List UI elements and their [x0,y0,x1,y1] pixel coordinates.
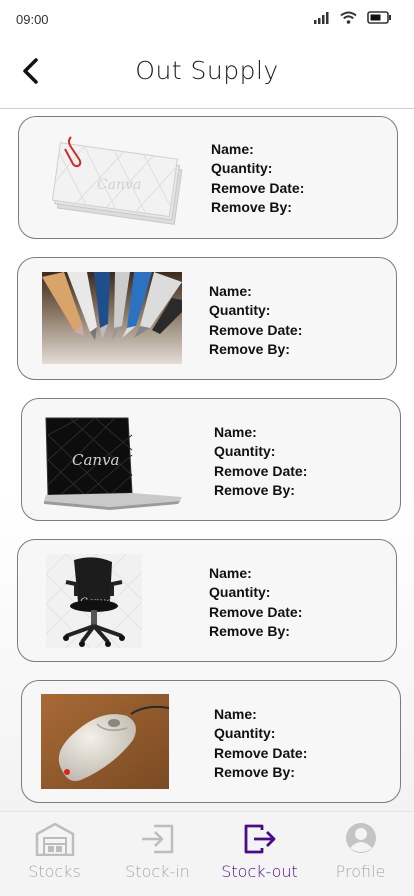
supply-fields: Name: Quantity: Remove Date: Remove By: [209,282,302,360]
name-label: Name: [214,424,257,440]
nav-label-stock-out: Stock-out [221,862,298,881]
remove-by-label: Remove By: [214,482,295,499]
nav-item-profile[interactable]: Profile [309,812,412,896]
office-chair-image: Canva [46,554,142,648]
battery-icon [367,11,391,24]
name-label: Name: [211,141,254,157]
remove-by-label: Remove By: [209,623,290,640]
nav-item-stocks[interactable]: Stocks [3,812,106,896]
quantity-label: Quantity: [214,725,276,742]
status-time: 09:00 [16,12,49,27]
supply-card[interactable]: Name: Quantity: Remove Date: Remove By: [17,257,397,380]
nav-label-stocks: Stocks [28,862,81,881]
name-label: Name: [214,706,257,722]
name-label: Name: [209,283,252,299]
name-label: Name: [209,565,252,581]
status-icons [314,11,392,24]
header: Out Supply [0,40,414,109]
quantity-label: Quantity: [209,584,271,601]
supply-card[interactable]: Canva Name: Quantity: Remove Date: Remov… [21,398,401,521]
remove-by-label: Remove By: [211,199,292,216]
remove-date-label: Remove Date: [214,462,308,479]
bottom-nav: Stocks Stock-in Stock-out Profile [0,811,414,896]
nav-label-profile: Profile [335,862,386,881]
remove-by-label: Remove By: [209,341,290,358]
status-bar: 09:00 [0,0,414,40]
nav-item-stock-out[interactable]: Stock-out [208,812,311,896]
stock-out-icon [244,824,275,854]
remove-date-label: Remove Date: [209,321,303,338]
quantity-label: Quantity: [209,302,271,319]
supply-fields: Name: Quantity: Remove Date: Remove By: [214,423,307,501]
stock-in-icon [141,824,173,854]
supply-card[interactable]: Canva Name: Quantity: Remove Date: Remov… [18,116,398,239]
canva-watermark: Canva [97,177,141,193]
page-title: Out Supply [135,56,279,85]
remove-date-label: Remove Date: [209,603,303,620]
remove-date-label: Remove Date: [211,179,305,196]
signal-icon [314,11,329,24]
remove-by-label: Remove By: [214,764,295,781]
wifi-icon [340,11,357,24]
warehouse-icon [35,822,74,856]
nav-item-stock-in[interactable]: Stock-in [106,812,209,896]
quantity-label: Quantity: [211,160,273,177]
supply-fields: Name: Quantity: Remove Date: Remove By: [214,705,307,783]
supply-card[interactable]: Name: Quantity: Remove Date: Remove By: [21,680,401,803]
supply-fields: Name: Quantity: Remove Date: Remove By: [209,564,302,642]
remove-date-label: Remove Date: [214,744,308,761]
pens-image [42,272,182,364]
laptop-image: Canva [40,415,185,513]
canva-watermark: Canva [72,451,120,469]
supply-fields: Name: Quantity: Remove Date: Remove By: [211,140,304,218]
paper-stack-image: Canva [49,131,184,226]
profile-icon [345,823,376,853]
computer-mouse-image [41,694,169,789]
supply-card[interactable]: Canva Name: Quantity: Remove Date: Remov… [17,539,397,662]
quantity-label: Quantity: [214,443,276,460]
nav-label-stock-in: Stock-in [125,862,190,881]
